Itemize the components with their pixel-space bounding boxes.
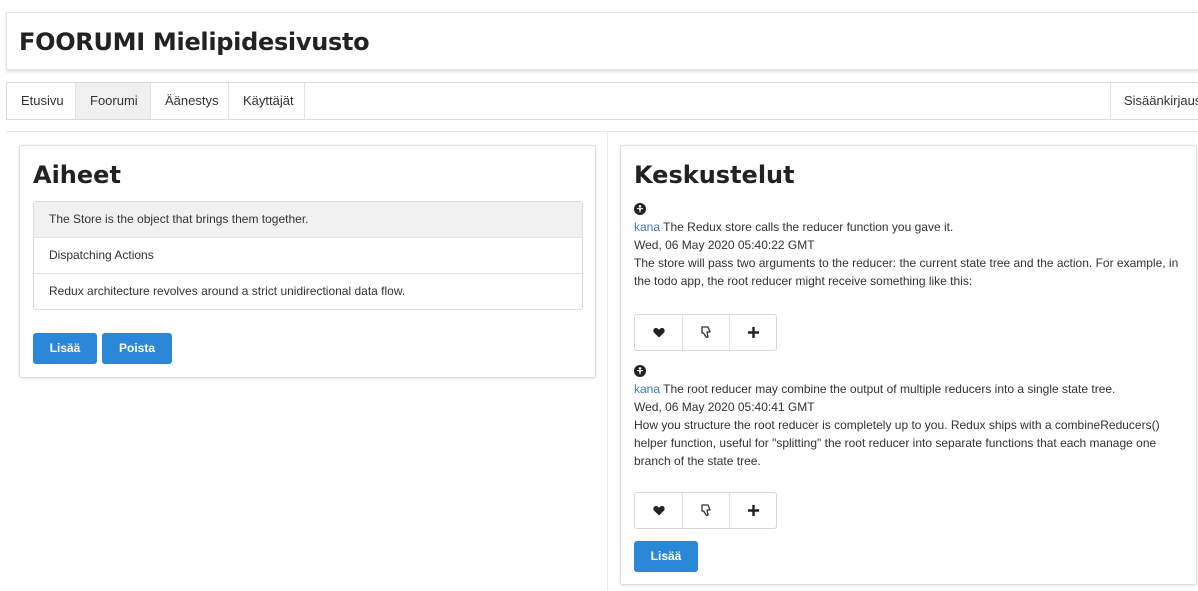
- login-link[interactable]: Sisäänkirjaus: [1110, 83, 1198, 119]
- post-timestamp: Wed, 06 May 2020 05:40:22 GMT: [634, 238, 815, 252]
- tab-etusivu[interactable]: Etusivu: [7, 83, 76, 119]
- discussion-post: kana The Redux store calls the reducer f…: [634, 203, 1194, 290]
- user-circle-icon: [634, 365, 646, 377]
- post-author[interactable]: kana: [634, 220, 660, 234]
- post-body-line: The store will pass two arguments to the…: [634, 256, 1179, 270]
- discussions-panel: Keskustelut kana The Redux store calls t…: [620, 145, 1197, 585]
- tab-aanestys[interactable]: Äänestys: [151, 83, 229, 119]
- topics-panel: Aiheet The Store is the object that brin…: [19, 145, 596, 378]
- like-button[interactable]: [635, 315, 682, 350]
- thumbs-down-icon: [701, 504, 711, 517]
- add-reply-button[interactable]: [729, 315, 776, 350]
- post-author[interactable]: kana: [634, 382, 660, 396]
- add-topic-button[interactable]: Lisää: [33, 333, 97, 364]
- column-divider: [607, 132, 608, 591]
- tab-kayttajat[interactable]: Käyttäjät: [229, 83, 305, 119]
- plus-icon: [747, 327, 759, 338]
- content-divider: [6, 131, 1198, 132]
- site-title: FOORUMI Mielipidesivusto: [19, 28, 370, 56]
- heart-icon: [652, 328, 665, 338]
- post-body-line: How you structure the root reducer is co…: [634, 418, 1160, 432]
- dislike-button[interactable]: [682, 315, 729, 350]
- topic-list: The Store is the object that brings them…: [33, 201, 583, 310]
- list-item[interactable]: The Store is the object that brings them…: [34, 202, 582, 237]
- post-subject: The root reducer may combine the output …: [660, 382, 1116, 396]
- post-body-line: the todo app, the root reducer might rec…: [634, 274, 973, 288]
- tab-foorumi[interactable]: Foorumi: [76, 83, 151, 119]
- post-body-line: branch of the state tree.: [634, 454, 761, 468]
- delete-topic-button[interactable]: Poista: [102, 333, 172, 364]
- list-item[interactable]: Redux architecture revolves around a str…: [34, 273, 582, 309]
- discussion-post: kana The root reducer may combine the ou…: [634, 365, 1194, 470]
- heart-icon: [652, 506, 665, 516]
- user-circle-icon: [634, 203, 646, 215]
- add-reply-button[interactable]: [729, 493, 776, 528]
- post-actions: [634, 314, 777, 351]
- post-timestamp: Wed, 06 May 2020 05:40:41 GMT: [634, 400, 815, 414]
- post-actions: [634, 492, 777, 529]
- thumbs-down-icon: [701, 326, 711, 339]
- dislike-button[interactable]: [682, 493, 729, 528]
- main-nav: Etusivu Foorumi Äänestys Käyttäjät Sisää…: [6, 82, 1198, 120]
- app-header: FOORUMI Mielipidesivusto: [6, 12, 1198, 70]
- topics-title: Aiheet: [33, 161, 121, 189]
- discussions-title: Keskustelut: [634, 161, 795, 189]
- add-discussion-button[interactable]: Lisää: [634, 541, 698, 572]
- post-subject: The Redux store calls the reducer functi…: [660, 220, 954, 234]
- list-item[interactable]: Dispatching Actions: [34, 237, 582, 273]
- like-button[interactable]: [635, 493, 682, 528]
- plus-icon: [747, 505, 759, 516]
- post-body-line: helper function, useful for "splitting" …: [634, 436, 1157, 450]
